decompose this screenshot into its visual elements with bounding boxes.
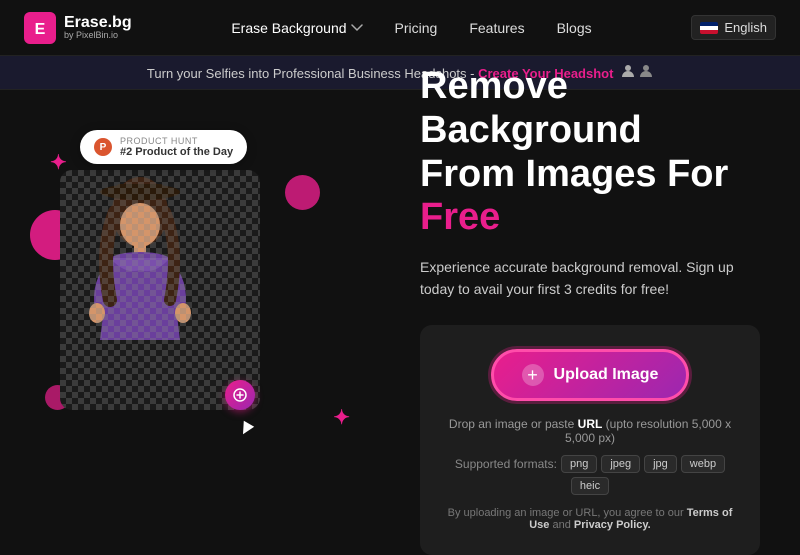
nav-features[interactable]: Features	[469, 20, 524, 36]
nav-links: Erase Background Pricing Features Blogs	[231, 20, 591, 36]
upload-area: + Upload Image Drop an image or paste UR…	[420, 325, 760, 555]
logo-name: Erase.bg	[64, 14, 132, 32]
upload-hint: Drop an image or paste URL (upto resolut…	[444, 417, 736, 445]
hero-title: Remove Background From Images For Free	[420, 65, 760, 240]
logo-sub: by PixelBin.io	[64, 31, 132, 41]
privacy-link[interactable]: Privacy Policy.	[574, 519, 651, 531]
lang-label: English	[724, 20, 767, 35]
svg-text:E: E	[35, 21, 46, 38]
nav-blogs[interactable]: Blogs	[557, 20, 592, 36]
decor-x2: ✦	[333, 405, 350, 430]
navbar: E Erase.bg by PixelBin.io Erase Backgrou…	[0, 0, 800, 56]
cursor-arrow	[238, 421, 254, 437]
hero-subtitle: Experience accurate background removal. …	[420, 256, 760, 301]
title-free: Free	[420, 196, 500, 238]
product-hunt-badge[interactable]: P PRODUCT HUNT #2 Product of the Day	[80, 130, 247, 164]
ph-logo: P	[94, 138, 112, 156]
supported-formats: Supported formats: png jpeg jpg webp hei…	[444, 455, 736, 495]
logo-icon: E	[24, 12, 56, 44]
url-label: URL	[578, 417, 603, 431]
decor-x1: ✦	[50, 150, 67, 175]
ph-text: #2 Product of the Day	[120, 146, 233, 158]
logo[interactable]: E Erase.bg by PixelBin.io	[24, 12, 132, 44]
format-png: png	[561, 455, 597, 473]
checker-background	[60, 170, 260, 410]
upload-button[interactable]: + Upload Image	[491, 349, 690, 401]
format-jpeg: jpeg	[601, 455, 640, 473]
hero-illustration: P PRODUCT HUNT #2 Product of the Day	[40, 130, 380, 490]
plus-icon: +	[522, 364, 544, 386]
flag-icon	[700, 22, 718, 34]
blob-2	[285, 175, 320, 210]
nav-right: English	[691, 15, 776, 40]
format-heic: heic	[571, 477, 609, 495]
language-selector[interactable]: English	[691, 15, 776, 40]
nav-erase-bg[interactable]: Erase Background	[231, 20, 362, 36]
main-content: P PRODUCT HUNT #2 Product of the Day	[0, 90, 800, 530]
hero-content: Remove Background From Images For Free E…	[420, 65, 760, 555]
demo-image	[60, 170, 260, 410]
upload-button-label: Upload Image	[554, 366, 659, 384]
nav-pricing[interactable]: Pricing	[395, 20, 438, 36]
format-webp: webp	[681, 455, 725, 473]
terms-text: By uploading an image or URL, you agree …	[444, 507, 736, 531]
chevron-down-icon	[351, 22, 363, 34]
eraser-tool-icon	[225, 380, 255, 410]
format-jpg: jpg	[644, 455, 677, 473]
ph-label: PRODUCT HUNT	[120, 136, 233, 146]
